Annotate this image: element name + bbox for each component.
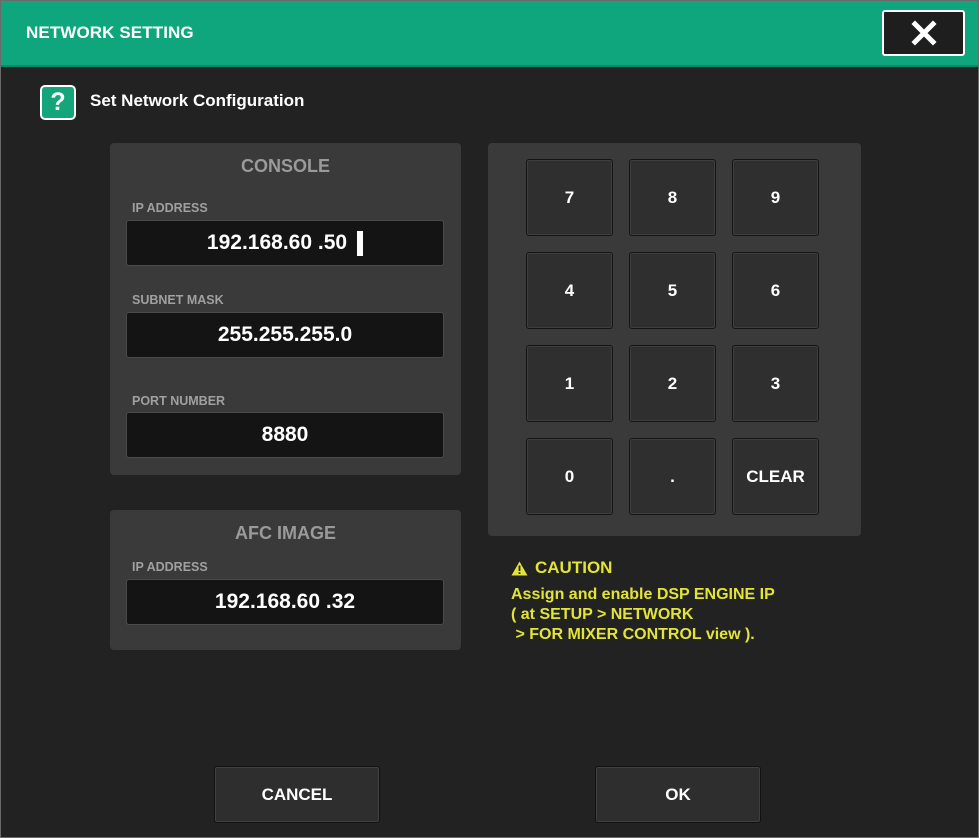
- afc-image-panel: AFC IMAGE IP ADDRESS 192.168.60 .32: [110, 510, 461, 650]
- key-2[interactable]: 2: [629, 345, 716, 422]
- afc-image-panel-title: AFC IMAGE: [235, 523, 336, 543]
- caution-line-2: ( at SETUP > NETWORK: [511, 606, 694, 623]
- console-ip-label: IP ADDRESS: [132, 201, 208, 215]
- key-8[interactable]: 8: [629, 159, 716, 236]
- title-bar: NETWORK SETTING: [1, 1, 978, 67]
- key-9[interactable]: 9: [732, 159, 819, 236]
- close-button[interactable]: [882, 10, 965, 56]
- warning-triangle-icon: [511, 561, 528, 575]
- key-3[interactable]: 3: [732, 345, 819, 422]
- console-subnet-field[interactable]: 255.255.255.0: [126, 312, 444, 358]
- console-port-field[interactable]: 8880: [126, 412, 444, 458]
- caution-message: Assign and enable DSP ENGINE IP ( at SETU…: [511, 585, 775, 645]
- key-7[interactable]: 7: [526, 159, 613, 236]
- help-icon[interactable]: ?: [40, 85, 76, 120]
- console-port-label: PORT NUMBER: [132, 394, 226, 408]
- console-panel-title: CONSOLE: [240, 156, 330, 176]
- afc-ip-field[interactable]: 192.168.60 .32: [126, 579, 444, 625]
- console-panel: CONSOLE IP ADDRESS 192.168.60 .50 SUBNET…: [110, 143, 461, 475]
- caution-heading: CAUTION: [511, 558, 612, 578]
- cancel-button[interactable]: CANCEL: [214, 766, 380, 823]
- key-5[interactable]: 5: [629, 252, 716, 329]
- key-6[interactable]: 6: [732, 252, 819, 329]
- key-1[interactable]: 1: [526, 345, 613, 422]
- dialog-subtitle: Set Network Configuration: [90, 91, 305, 110]
- caution-line-3: > FOR MIXER CONTROL view ).: [511, 626, 755, 643]
- ok-button[interactable]: OK: [595, 766, 761, 823]
- key-dot[interactable]: .: [629, 438, 716, 515]
- close-x-icon: [910, 20, 937, 46]
- afc-ip-value: 192.168.60 .32: [214, 590, 356, 613]
- network-setting-dialog: NETWORK SETTING ? Set Network Configurat…: [0, 0, 979, 838]
- console-ip-value: 192.168.60 .50: [206, 231, 348, 254]
- key-clear[interactable]: CLEAR: [732, 438, 819, 515]
- keypad-panel: 7 8 9 4 5 6 1 2 3 0 . CLEAR: [488, 143, 861, 536]
- console-subnet-label: SUBNET MASK: [132, 293, 224, 307]
- caution-heading-text: CAUTION: [535, 558, 613, 577]
- caution-line-1: Assign and enable DSP ENGINE IP: [511, 586, 775, 603]
- window-title: NETWORK SETTING: [26, 23, 194, 42]
- key-0[interactable]: 0: [526, 438, 613, 515]
- console-port-value: 8880: [261, 423, 309, 446]
- console-ip-field[interactable]: 192.168.60 .50: [126, 220, 444, 266]
- text-cursor: [357, 230, 364, 256]
- key-4[interactable]: 4: [526, 252, 613, 329]
- afc-ip-label: IP ADDRESS: [132, 560, 208, 574]
- console-subnet-value: 255.255.255.0: [217, 323, 353, 346]
